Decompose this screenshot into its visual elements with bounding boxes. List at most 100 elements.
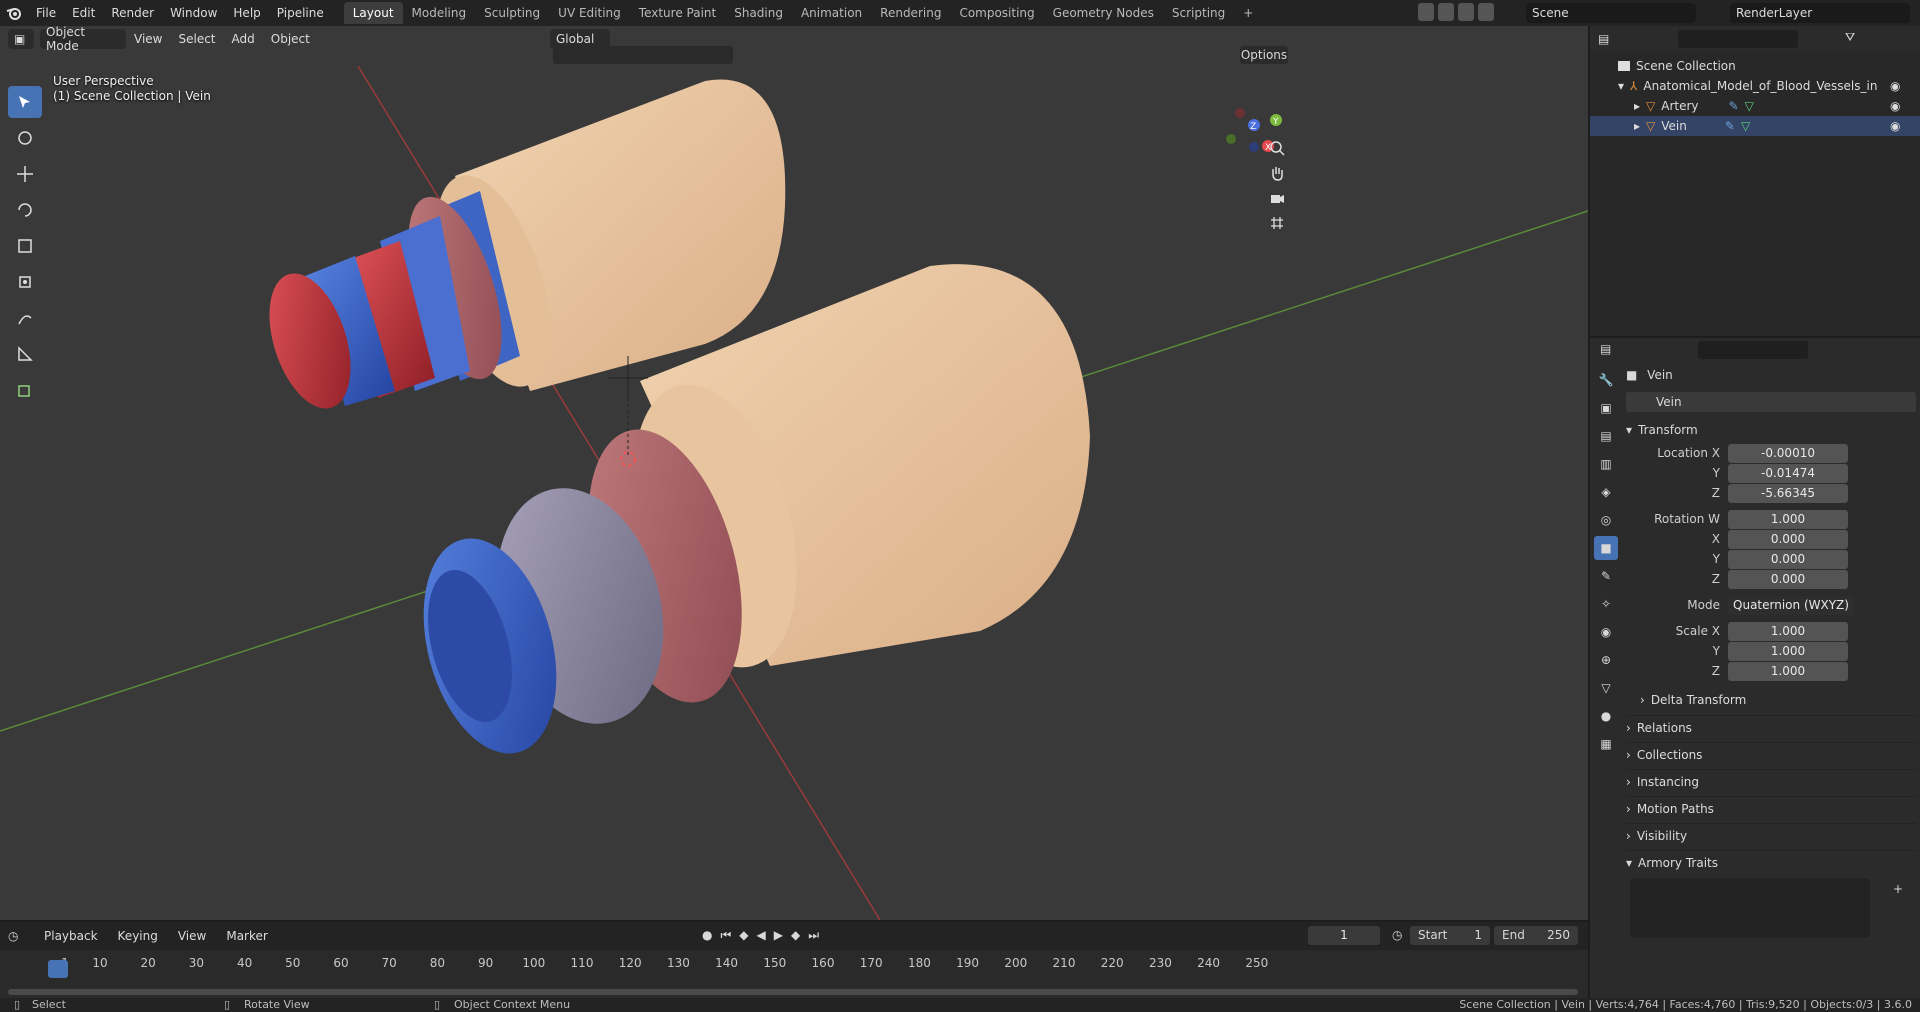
menu-playback[interactable]: Playback bbox=[36, 929, 106, 943]
editor-type-icon[interactable]: ▣ bbox=[8, 29, 34, 49]
render-animation-icon[interactable] bbox=[1458, 3, 1474, 21]
tool-tab-icon[interactable]: 🔧 bbox=[1594, 368, 1618, 392]
collections-panel[interactable]: › Collections bbox=[1626, 742, 1916, 766]
menu-file[interactable]: File bbox=[28, 0, 64, 26]
mesh-data-icon[interactable]: ▽ bbox=[1741, 119, 1750, 133]
artery-visibility-eye-icon[interactable]: ◉ bbox=[1890, 99, 1900, 113]
scale-z-field[interactable]: 1.000 bbox=[1728, 662, 1848, 681]
object-name-field[interactable]: Vein bbox=[1626, 392, 1916, 412]
mode-dropdown[interactable]: Object Mode bbox=[40, 26, 126, 53]
tab-animation[interactable]: Animation bbox=[792, 2, 871, 24]
tab-geometry-nodes[interactable]: Geometry Nodes bbox=[1044, 2, 1163, 24]
mesh-data-icon[interactable]: ▽ bbox=[1745, 99, 1754, 113]
rotate-tool[interactable] bbox=[8, 194, 42, 226]
armory-traits-panel[interactable]: ▾ Armory Traits bbox=[1626, 850, 1916, 874]
scale-y-field[interactable]: 1.000 bbox=[1728, 642, 1848, 661]
zoom-icon[interactable] bbox=[1263, 134, 1291, 162]
render-tab-icon[interactable]: ▣ bbox=[1594, 396, 1618, 420]
properties-search-input[interactable] bbox=[1698, 341, 1808, 359]
particles-tab-icon[interactable]: ✧ bbox=[1594, 592, 1618, 616]
add-trait-icon[interactable]: + bbox=[1893, 882, 1903, 896]
viewport-search-input[interactable] bbox=[553, 46, 733, 64]
expand-chevron-icon[interactable]: ▾ bbox=[1618, 79, 1624, 93]
armory-traits-list[interactable] bbox=[1630, 878, 1870, 938]
orthographic-grid-icon[interactable] bbox=[1263, 209, 1291, 237]
timeline-editor-type-icon[interactable]: ◷ bbox=[8, 929, 32, 943]
screen-layout-icon[interactable] bbox=[1478, 3, 1494, 21]
play-render-icon[interactable] bbox=[1418, 3, 1434, 21]
rotation-x-field[interactable]: 0.000 bbox=[1728, 530, 1848, 549]
add-workspace-icon[interactable]: + bbox=[1234, 2, 1262, 24]
tab-compositing[interactable]: Compositing bbox=[950, 2, 1043, 24]
output-tab-icon[interactable]: ▤ bbox=[1594, 424, 1618, 448]
properties-editor-type-icon[interactable]: ▤ bbox=[1600, 342, 1611, 356]
visibility-panel[interactable]: › Visibility bbox=[1626, 823, 1916, 847]
transform-tool[interactable] bbox=[8, 266, 42, 298]
outliner-search-input[interactable] bbox=[1678, 30, 1798, 48]
tab-shading[interactable]: Shading bbox=[725, 2, 792, 24]
end-frame-field[interactable]: End 250 bbox=[1494, 926, 1578, 945]
view-layer-selector[interactable]: RenderLayer bbox=[1730, 3, 1910, 23]
location-y-field[interactable]: -0.01474 bbox=[1728, 464, 1848, 483]
filter-icon[interactable]: ⛛ bbox=[1845, 30, 1855, 45]
transform-panel-header[interactable]: ▾ Transform bbox=[1626, 418, 1916, 442]
menu-render[interactable]: Render bbox=[103, 0, 162, 26]
tab-uv-editing[interactable]: UV Editing bbox=[549, 2, 630, 24]
world-tab-icon[interactable]: ◎ bbox=[1594, 508, 1618, 532]
camera-view-icon[interactable] bbox=[1263, 184, 1291, 212]
scale-x-field[interactable]: 1.000 bbox=[1728, 622, 1848, 641]
rotation-z-field[interactable]: 0.000 bbox=[1728, 570, 1848, 589]
outliner-item-artery[interactable]: ▸ ▽ Artery ✎ ▽ ◉ bbox=[1590, 96, 1920, 116]
menu-select[interactable]: Select bbox=[170, 32, 223, 46]
material-tab-icon[interactable]: ● bbox=[1594, 704, 1618, 728]
modifier-wrench-icon[interactable]: ✎ bbox=[1729, 99, 1739, 113]
outliner-scene-collection[interactable]: Scene Collection bbox=[1590, 56, 1920, 76]
options-button[interactable]: Options bbox=[1240, 46, 1288, 64]
visibility-eye-icon[interactable]: ◉ bbox=[1890, 79, 1900, 93]
scene-tab-icon[interactable]: ◈ bbox=[1594, 480, 1618, 504]
menu-keying[interactable]: Keying bbox=[110, 929, 166, 943]
jump-start-icon[interactable]: ⏮ bbox=[720, 928, 731, 943]
rotation-w-field[interactable]: 1.000 bbox=[1728, 510, 1848, 529]
rotation-mode-dropdown[interactable]: Quaternion (WXYZ) bbox=[1728, 596, 1854, 615]
start-frame-field[interactable]: Start 1 bbox=[1410, 926, 1490, 945]
playhead-marker[interactable] bbox=[48, 960, 68, 978]
location-z-field[interactable]: -5.66345 bbox=[1728, 484, 1848, 503]
menu-marker[interactable]: Marker bbox=[218, 929, 275, 943]
3d-viewport[interactable]: Z Y X ▣ Object Mode View Select Add Obje… bbox=[0, 26, 1588, 920]
menu-edit[interactable]: Edit bbox=[64, 0, 103, 26]
menu-object[interactable]: Object bbox=[263, 32, 318, 46]
modifier-tab-icon[interactable]: ✎ bbox=[1594, 564, 1618, 588]
add-cube-tool[interactable] bbox=[8, 374, 42, 406]
play-icon[interactable]: ▶ bbox=[774, 928, 783, 943]
data-tab-icon[interactable]: ▽ bbox=[1594, 676, 1618, 700]
move-tool[interactable] bbox=[8, 158, 42, 190]
rotation-y-field[interactable]: 0.000 bbox=[1728, 550, 1848, 569]
menu-help[interactable]: Help bbox=[225, 0, 268, 26]
timeline-scrollbar[interactable] bbox=[8, 989, 1578, 995]
object-tab-icon[interactable]: ■ bbox=[1594, 536, 1618, 560]
constraints-tab-icon[interactable]: ⊕ bbox=[1594, 648, 1618, 672]
select-box-tool[interactable] bbox=[8, 86, 42, 118]
texture-tab-icon[interactable]: ▦ bbox=[1594, 732, 1618, 756]
next-keyframe-icon[interactable]: ◆ bbox=[791, 928, 800, 943]
tab-modeling[interactable]: Modeling bbox=[403, 2, 476, 24]
tab-sculpting[interactable]: Sculpting bbox=[475, 2, 549, 24]
modifier-wrench-icon[interactable]: ✎ bbox=[1725, 119, 1735, 133]
outliner-collection-row[interactable]: ▾ ⅄ Anatomical_Model_of_Blood_Vessels_in… bbox=[1590, 76, 1920, 96]
scale-tool[interactable] bbox=[8, 230, 42, 262]
annotate-tool[interactable] bbox=[8, 302, 42, 334]
tab-texture-paint[interactable]: Texture Paint bbox=[630, 2, 725, 24]
measure-tool[interactable] bbox=[8, 338, 42, 370]
relations-panel[interactable]: › Relations bbox=[1626, 715, 1916, 739]
menu-add[interactable]: Add bbox=[224, 32, 263, 46]
tab-layout[interactable]: Layout bbox=[343, 2, 403, 24]
delta-transform-panel[interactable]: › Delta Transform bbox=[1640, 688, 1920, 712]
cursor-tool[interactable] bbox=[8, 122, 42, 154]
instancing-panel[interactable]: › Instancing bbox=[1626, 769, 1916, 793]
motion-paths-panel[interactable]: › Motion Paths bbox=[1626, 796, 1916, 820]
record-icon[interactable]: ● bbox=[702, 928, 712, 943]
outliner-editor-type-icon[interactable]: ▤ bbox=[1598, 32, 1609, 46]
play-reverse-icon[interactable]: ◀ bbox=[757, 928, 766, 943]
scene-selector[interactable]: Scene bbox=[1526, 3, 1696, 23]
